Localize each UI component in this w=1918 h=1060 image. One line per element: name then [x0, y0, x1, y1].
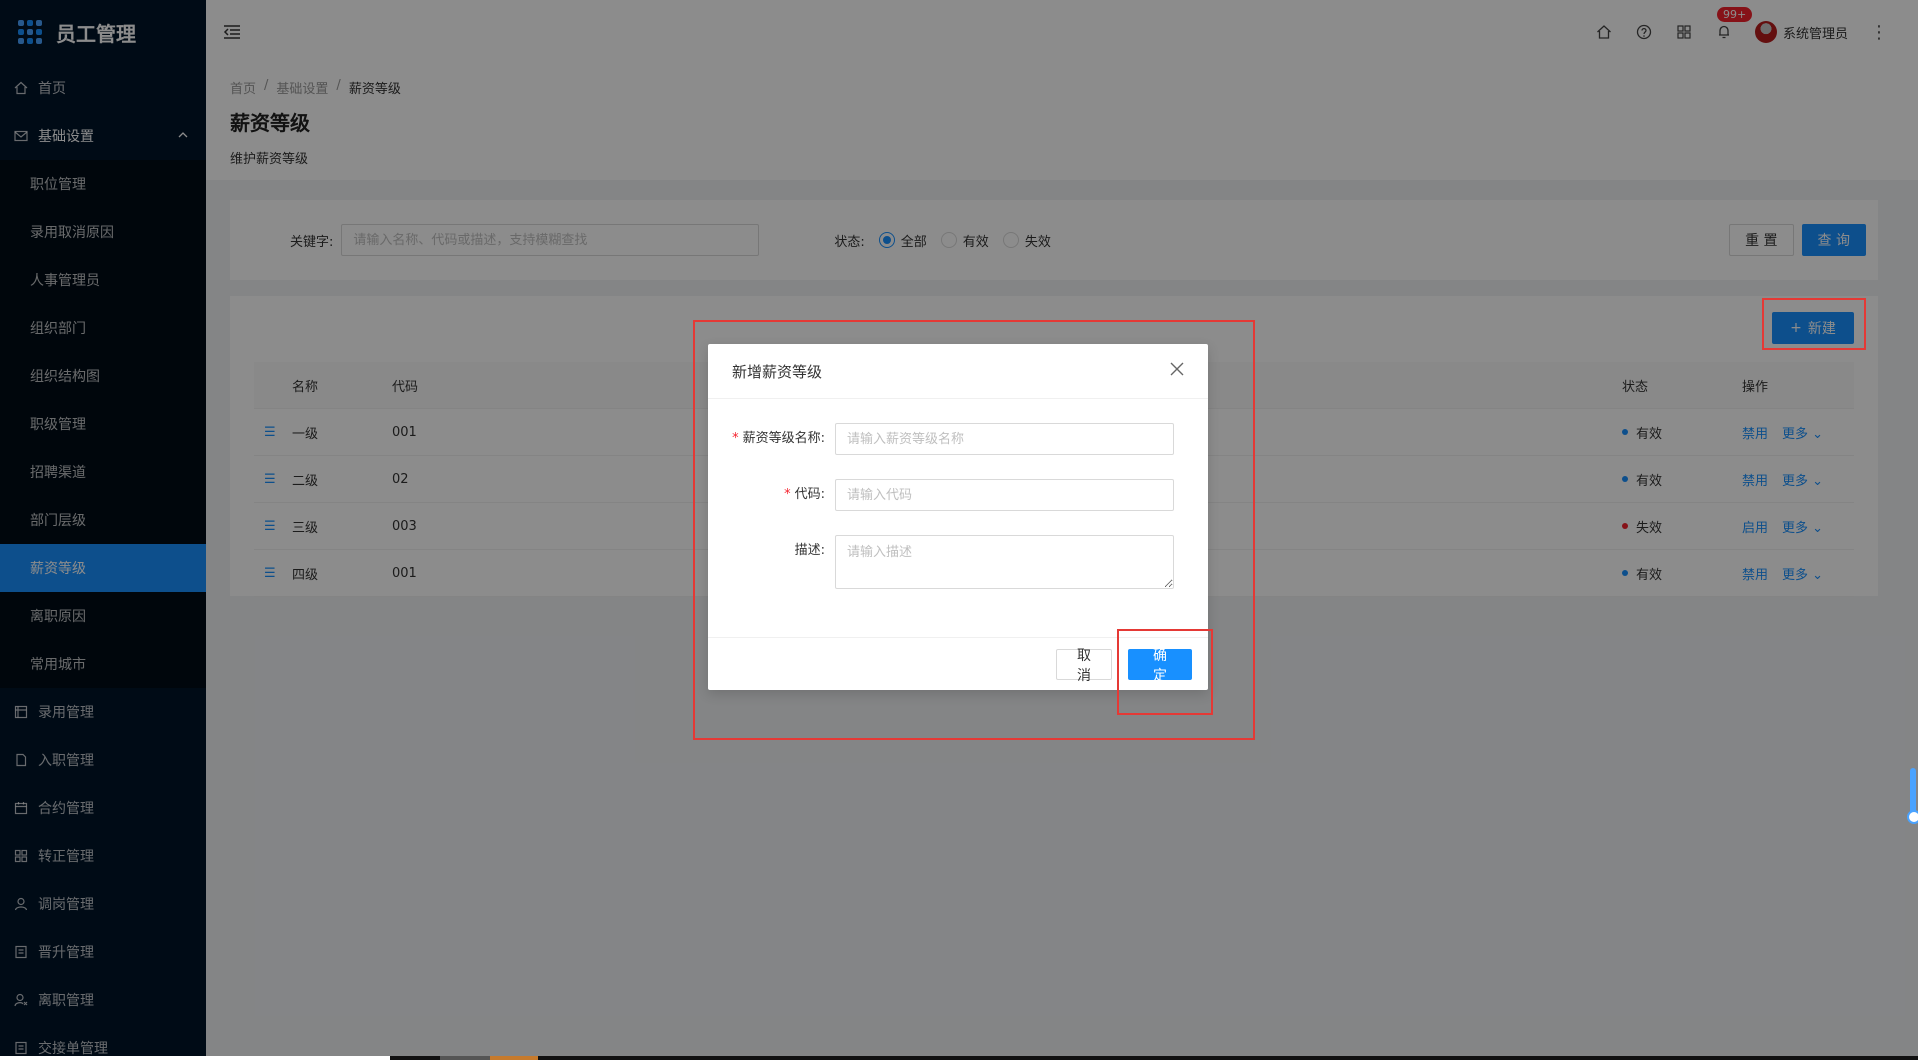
scroll-indicator[interactable]: [1907, 768, 1918, 824]
code-input[interactable]: [835, 479, 1174, 511]
required-mark: *: [732, 431, 739, 446]
new-salary-grade-modal: 新增薪资等级 *薪资等级名称: *代码: 描述: 取 消 确 定: [708, 344, 1208, 690]
taskbar-strip: [0, 1056, 1918, 1060]
description-field-label: 描述:: [794, 543, 825, 558]
modal-header: 新增薪资等级: [708, 344, 1208, 399]
name-field-label: * 薪资等级名称:: [732, 431, 825, 446]
required-mark: *: [784, 487, 791, 502]
description-textarea[interactable]: [835, 535, 1174, 589]
form-row-code: * 代码:: [708, 479, 1208, 511]
form-row-description: 描述:: [708, 535, 1208, 589]
grade-name-input[interactable]: [835, 423, 1174, 455]
confirm-button[interactable]: 确 定: [1128, 648, 1192, 684]
close-icon[interactable]: [1170, 362, 1188, 380]
code-field-label: * 代码:: [784, 487, 825, 502]
modal-footer: 取 消 确 定: [708, 637, 1208, 690]
form-row-name: * 薪资等级名称:: [708, 423, 1208, 455]
modal-title: 新增薪资等级: [732, 362, 823, 381]
cancel-button[interactable]: 取 消: [1056, 648, 1112, 684]
